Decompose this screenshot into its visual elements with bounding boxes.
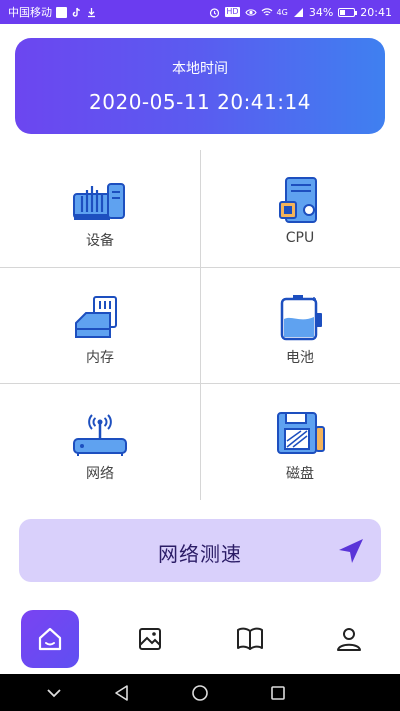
nav-profile[interactable] [320,610,378,668]
cpu-icon [279,177,317,223]
speed-test-button[interactable]: 网络测速 [19,519,381,582]
status-bar: 中国移动 HD 4G 34% 20:41 [0,0,400,24]
feature-grid: 设备 CPU 内存 电池 网络 磁盘 [0,150,400,500]
eye-icon [244,7,257,18]
alarm-icon [209,7,220,18]
back-icon[interactable] [112,683,132,703]
disk-icon [277,412,325,454]
speed-test-label: 网络测速 [158,542,242,566]
image-icon [139,628,161,650]
tiktok-icon [71,7,82,18]
battery-status-icon [338,7,358,17]
device-icon [73,183,125,220]
user-icon [337,628,361,651]
grid-item-label: 设备 [86,233,114,249]
grid-item-label: CPU [285,230,315,246]
download-icon [86,7,97,18]
memory-icon [75,296,117,338]
hd-badge: HD [225,7,240,17]
home-button-icon[interactable] [190,683,210,703]
recents-icon[interactable] [268,683,288,703]
grid-item-network[interactable]: 网络 [0,383,200,500]
network-type: 4G [276,7,288,17]
home-icon [38,627,62,651]
wifi-icon [261,7,272,18]
battery-icon [280,295,322,341]
carrier-name: 中国移动 [8,6,52,19]
book-icon [237,627,263,650]
send-arrow-icon [339,539,363,563]
local-time-value: 2020-05-11 20:41:14 [89,90,311,114]
bottom-nav [0,604,400,674]
grid-item-label: 磁盘 [286,466,314,482]
nav-book[interactable] [221,610,279,668]
system-nav-bar [0,674,400,711]
grid-item-label: 电池 [286,350,314,366]
router-icon [73,414,127,456]
signal-icon [293,7,304,18]
grid-item-memory[interactable]: 内存 [0,267,200,384]
status-time: 20:41 [360,5,392,19]
grid-item-battery[interactable]: 电池 [200,267,400,384]
grid-item-label: 内存 [86,350,114,366]
grid-item-cpu[interactable]: CPU [200,150,400,267]
local-time-card: 本地时间 2020-05-11 20:41:14 [15,38,385,134]
grid-item-label: 网络 [86,466,114,482]
notification-icon [56,6,67,18]
grid-item-device[interactable]: 设备 [0,150,200,267]
local-time-title: 本地时间 [172,61,228,77]
battery-percent: 34% [308,5,334,19]
collapse-icon[interactable] [44,683,64,703]
nav-home[interactable] [21,610,79,668]
nav-gallery[interactable] [121,610,179,668]
grid-item-disk[interactable]: 磁盘 [200,383,400,500]
